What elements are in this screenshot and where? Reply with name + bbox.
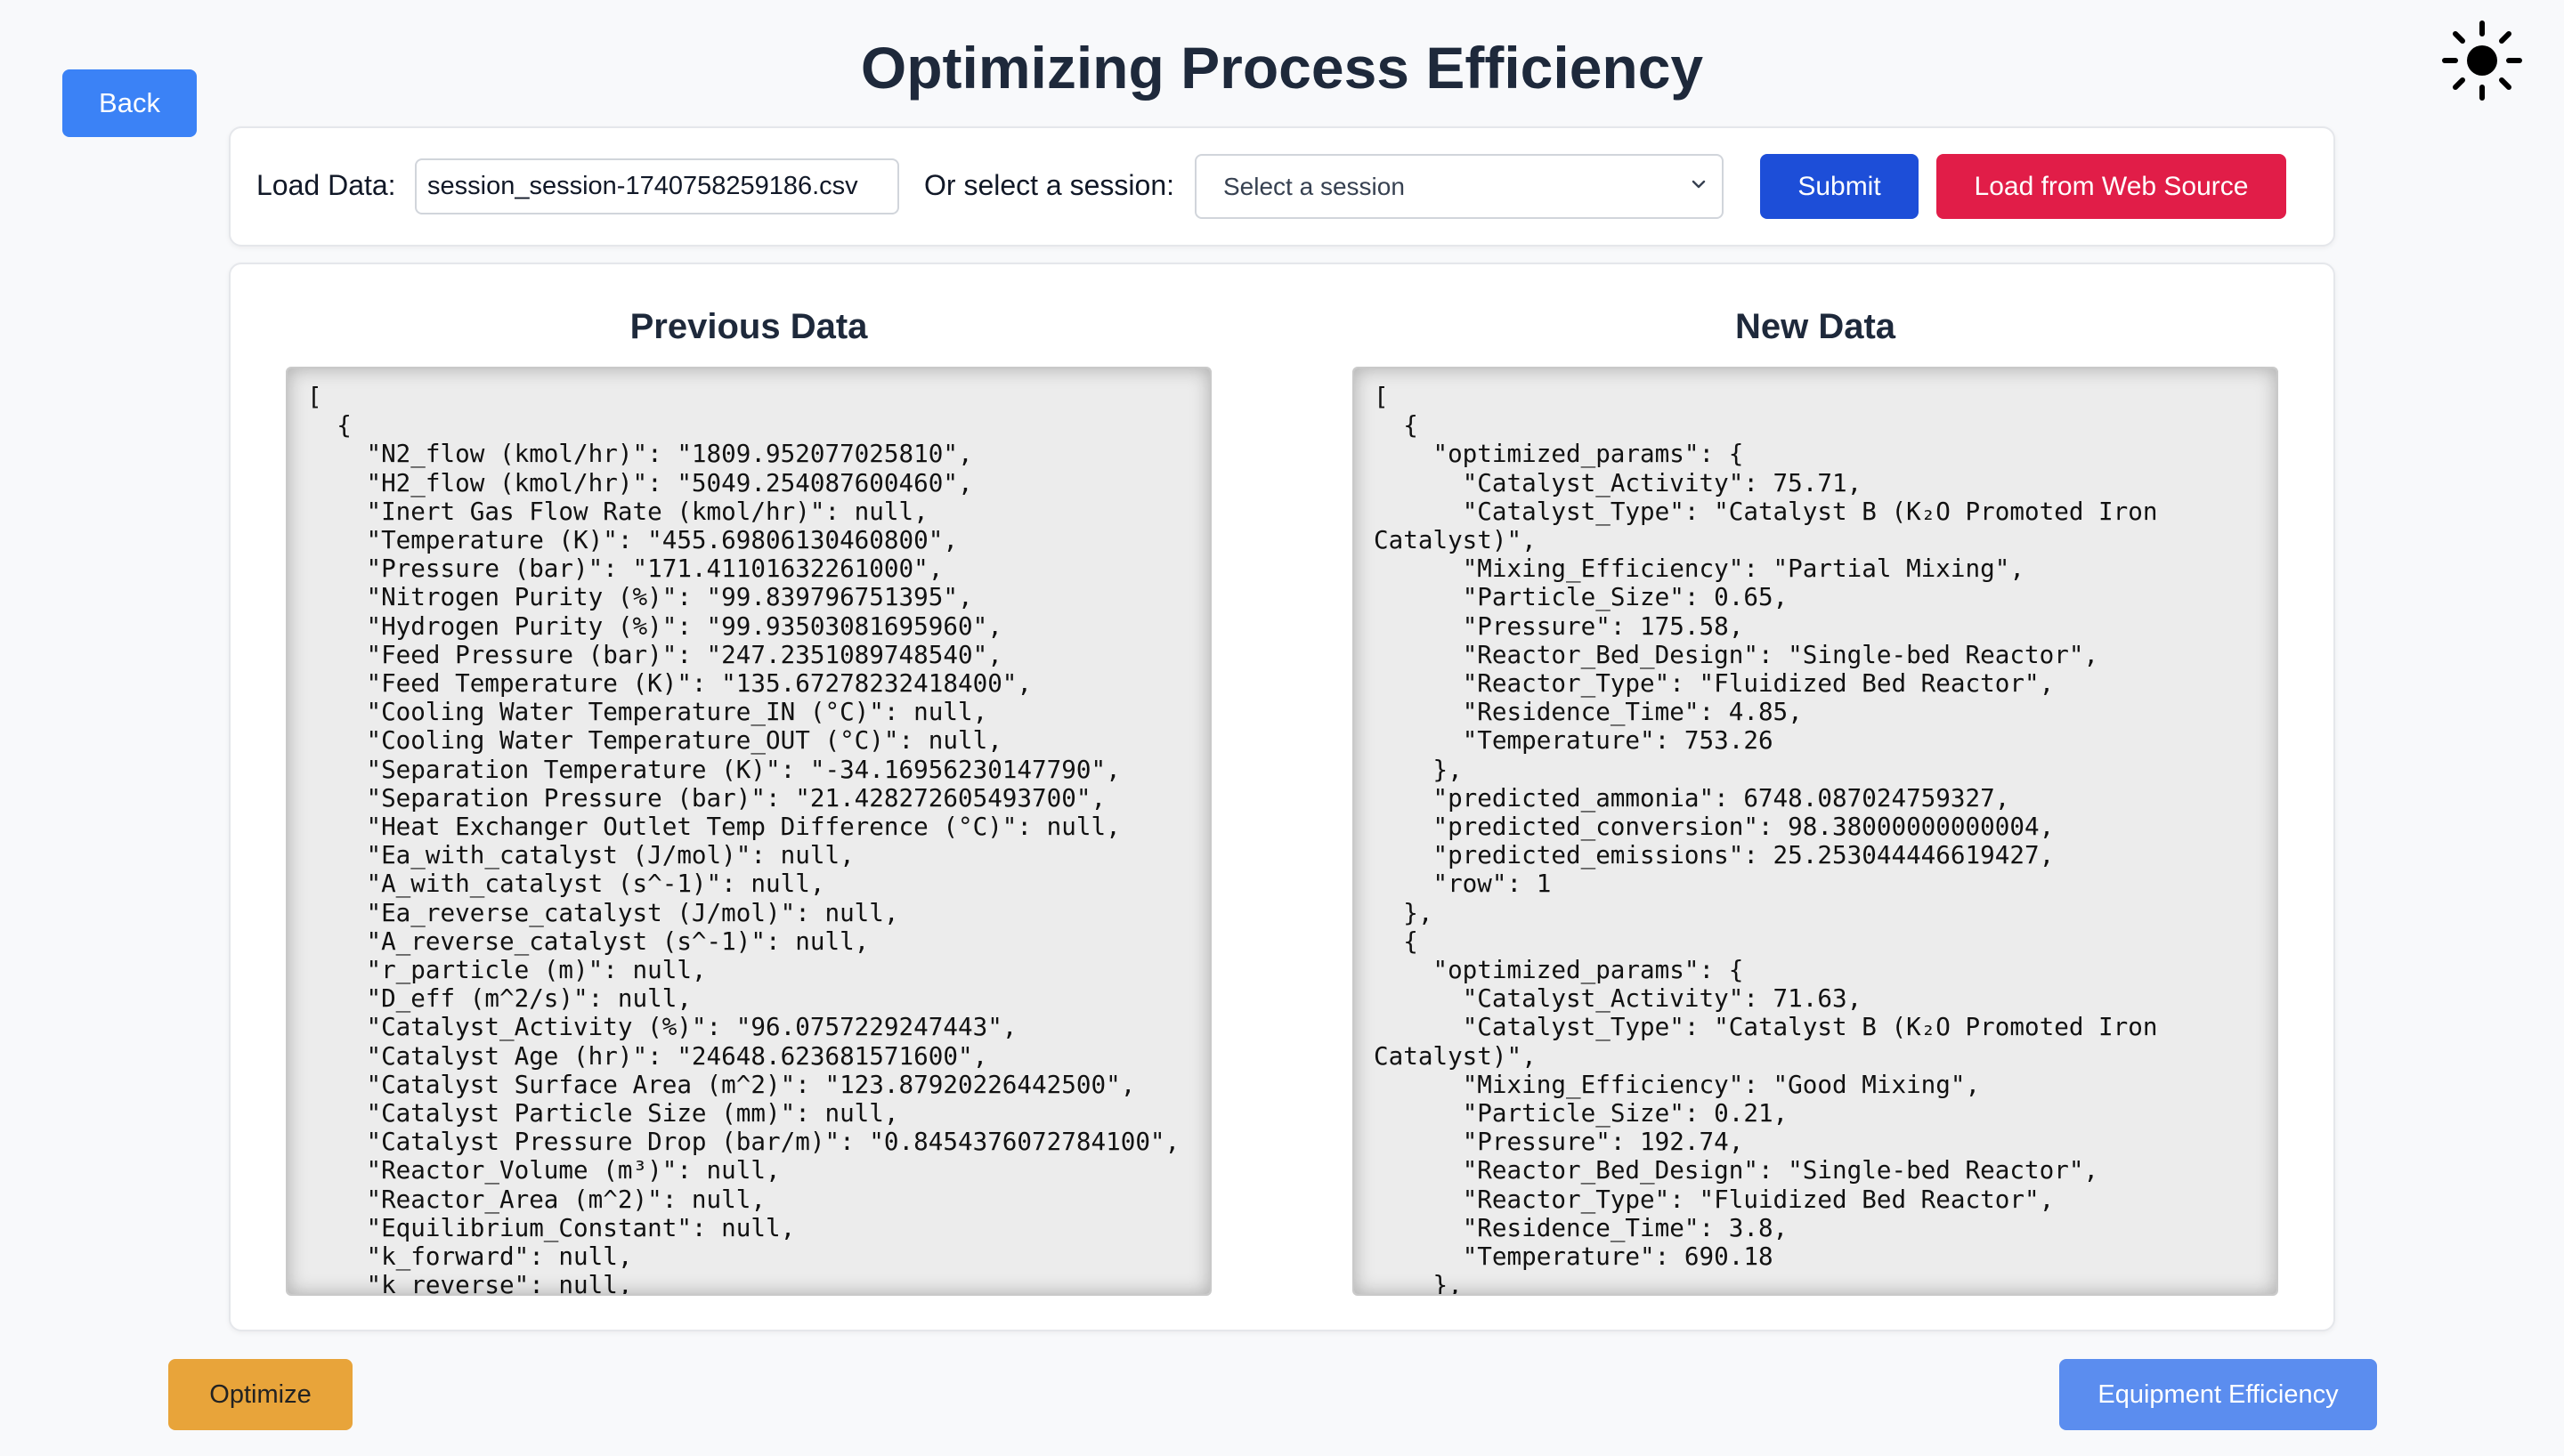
new-data-viewer[interactable]: [ { "optimized_params": { "Catalyst_Acti…	[1352, 367, 2278, 1296]
page-title: Optimizing Process Efficiency	[860, 35, 1704, 101]
previous-data-title: Previous Data	[629, 307, 868, 346]
session-select-value: Select a session	[1223, 172, 1405, 200]
sun-icon[interactable]	[2439, 18, 2525, 103]
new-data-title: New Data	[1734, 307, 1896, 346]
optimize-button[interactable]: Optimize	[168, 1359, 353, 1430]
load-from-web-source-button[interactable]: Load from Web Source	[1936, 154, 2286, 219]
file-input[interactable]: session_session-1740758259186.csv	[415, 158, 899, 214]
submit-button[interactable]: Submit	[1760, 154, 1919, 219]
file-input-value: session_session-1740758259186.csv	[427, 172, 858, 200]
previous-data-viewer[interactable]: [ { "N2_flow (kmol/hr)": "1809.952077025…	[286, 367, 1212, 1296]
chevron-down-icon	[1692, 180, 1706, 189]
session-select[interactable]: Select a session	[1195, 154, 1724, 219]
load-data-label: Load Data:	[256, 169, 396, 201]
previous-data-json: [ { "N2_flow (kmol/hr)": "1809.952077025…	[307, 382, 1181, 1296]
new-data-json: [ { "optimized_params": { "Catalyst_Acti…	[1374, 382, 2158, 1296]
session-select-label: Or select a session:	[924, 169, 1174, 201]
equipment-efficiency-button[interactable]: Equipment Efficiency	[2059, 1359, 2377, 1430]
